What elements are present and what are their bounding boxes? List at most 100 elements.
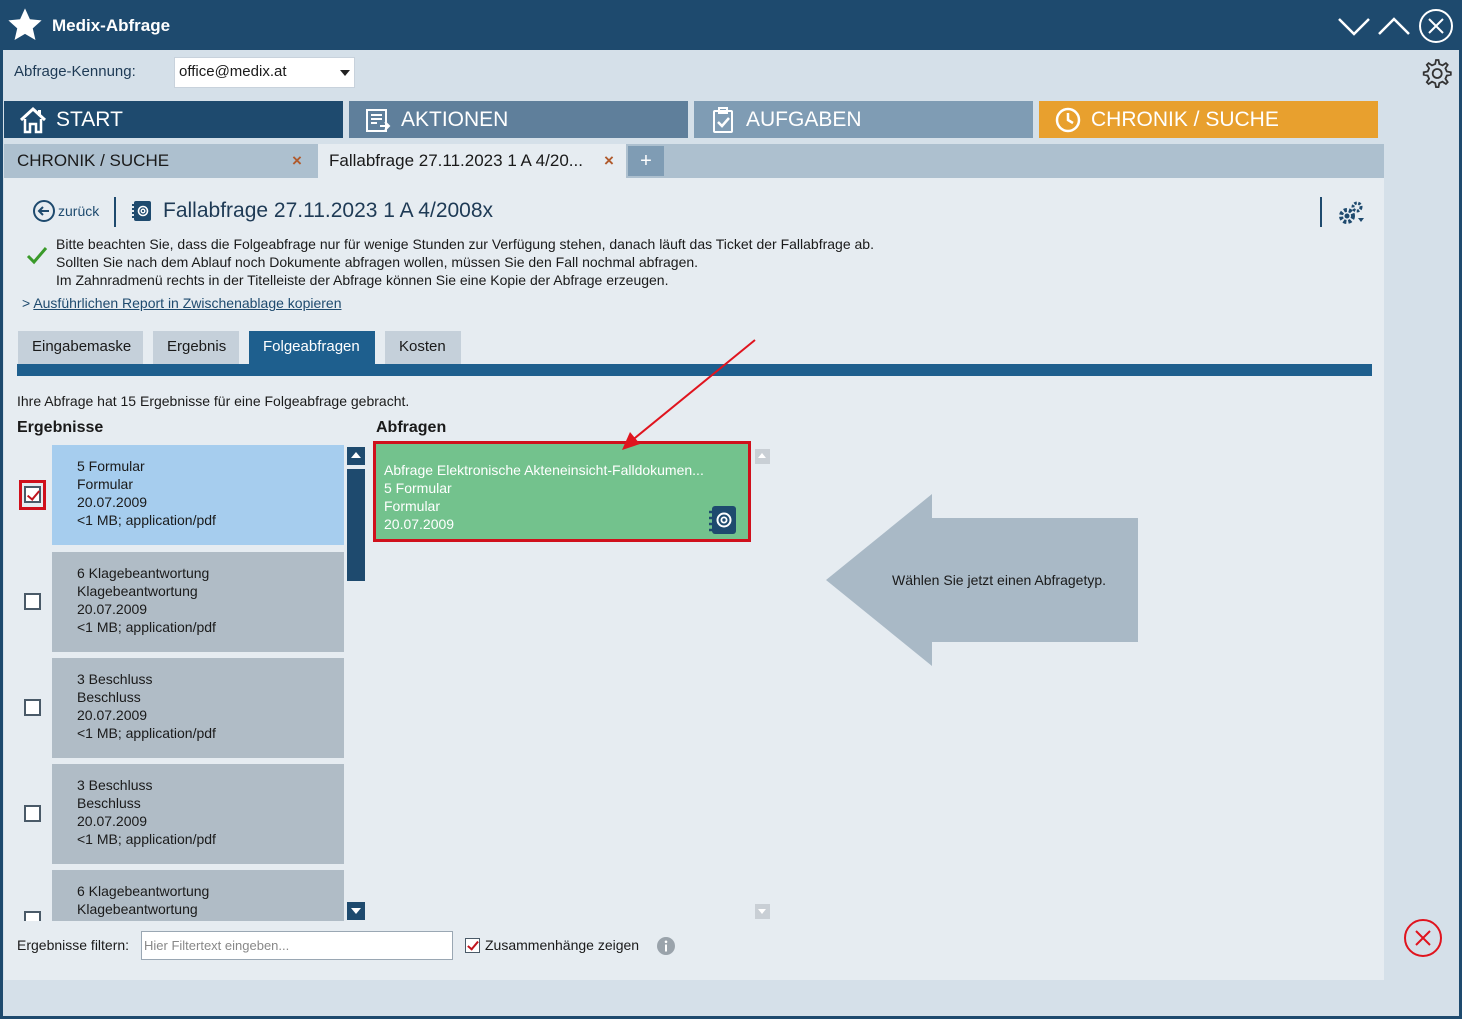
actions-list-icon <box>366 108 391 132</box>
clipboard-check-icon <box>713 106 733 133</box>
result-size: <1 MB; application/pdf <box>77 512 216 528</box>
address-book-icon <box>709 506 736 534</box>
result-type: Formular <box>77 476 134 492</box>
address-book-icon <box>132 201 151 221</box>
result-type: Beschluss <box>77 795 141 811</box>
result-title: 5 Formular <box>77 458 145 474</box>
window-title: Medix-Abfrage <box>52 16 171 35</box>
result-size: <1 MB; application/pdf <box>77 725 216 741</box>
scroll-down-button[interactable] <box>347 902 365 920</box>
list-item[interactable]: 3 Beschluss Beschluss 20.07.2009 <1 MB; … <box>17 658 347 758</box>
annotation-arrow-icon <box>622 339 756 450</box>
kennung-select[interactable]: office@medix.at <box>174 57 355 88</box>
scroll-thumb[interactable] <box>347 469 365 581</box>
result-card[interactable]: 3 Beschluss Beschluss 20.07.2009 <1 MB; … <box>52 658 344 758</box>
settings-gear-icon[interactable] <box>1420 57 1452 89</box>
header-divider <box>114 197 116 227</box>
sub-tab-label: CHRONIK / SUCHE <box>17 151 170 170</box>
main-tab-label: AKTIONEN <box>401 107 509 131</box>
sub-tab-chronik-suche[interactable]: CHRONIK / SUCHE × <box>4 144 318 178</box>
back-label: zurück <box>58 203 100 219</box>
info-line: Sollten Sie nach dem Ablauf noch Dokumen… <box>56 254 699 270</box>
close-window-icon[interactable] <box>1418 8 1454 44</box>
add-tab-button[interactable]: + <box>628 146 664 176</box>
abfrage-doc: 5 Formular <box>384 480 452 496</box>
result-date: 20.07.2009 <box>77 707 148 723</box>
minimize-chevron-down-icon[interactable] <box>1336 8 1372 44</box>
list-item[interactable]: 6 Klagebeantwortung Klagebeantwortung 20… <box>17 552 347 652</box>
list-item[interactable]: 6 Klagebeantwortung Klagebeantwortung <box>17 870 347 921</box>
result-card[interactable]: 6 Klagebeantwortung Klagebeantwortung 20… <box>52 552 344 652</box>
zusammenhaenge-label[interactable]: Zusammenhänge zeigen <box>485 937 639 953</box>
maximize-chevron-up-icon[interactable] <box>1376 8 1412 44</box>
main-tab-label: CHRONIK / SUCHE <box>1091 107 1279 131</box>
link-text: Ausführlichen Report in Zwischenablage k… <box>33 295 342 311</box>
kennung-value: office@medix.at <box>179 63 287 80</box>
scroll-down-button[interactable] <box>755 904 770 919</box>
back-button[interactable]: zurück <box>32 199 99 223</box>
header-divider <box>1320 197 1322 227</box>
result-card[interactable]: 3 Beschluss Beschluss 20.07.2009 <1 MB; … <box>52 764 344 864</box>
result-checkbox[interactable] <box>24 699 41 716</box>
gears-settings-icon[interactable] <box>1336 198 1366 228</box>
sub-tab-fallabfrage[interactable]: Fallabfrage 27.11.2023 1 A 4/20... × <box>318 144 626 178</box>
checkmark-icon <box>26 247 48 265</box>
result-summary: Ihre Abfrage hat 15 Ergebnisse für eine … <box>17 393 410 409</box>
tab-kosten[interactable]: Kosten <box>385 331 461 364</box>
result-date: 20.07.2009 <box>77 601 148 617</box>
result-size: <1 MB; application/pdf <box>77 619 216 635</box>
scroll-up-button[interactable] <box>347 447 365 465</box>
copy-report-link[interactable]: > Ausführlichen Report in Zwischenablage… <box>22 295 342 311</box>
close-tab-icon[interactable]: × <box>292 151 302 171</box>
list-item[interactable]: 5 Formular Formular 20.07.2009 <1 MB; ap… <box>17 445 347 545</box>
main-tab-aktionen[interactable]: AKTIONEN <box>349 101 688 138</box>
result-title: 3 Beschluss <box>77 777 153 793</box>
tab-ergebnis[interactable]: Ergebnis <box>153 331 239 364</box>
sub-tab-label: Fallabfrage 27.11.2023 1 A 4/20... <box>329 151 583 170</box>
abfrage-date: 20.07.2009 <box>384 516 455 532</box>
abfrage-type: Formular <box>384 498 441 514</box>
close-circle-icon[interactable] <box>1403 918 1443 958</box>
result-type: Klagebeantwortung <box>77 901 198 917</box>
tab-folgeabfragen[interactable]: Folgeabfragen <box>249 331 375 364</box>
abfrage-title: Abfrage Elektronische Akteneinsicht-Fall… <box>384 462 704 478</box>
kennung-label: Abfrage-Kennung: <box>14 63 136 80</box>
result-card[interactable]: 6 Klagebeantwortung Klagebeantwortung <box>52 870 344 921</box>
results-scrollbar[interactable] <box>347 447 365 920</box>
filter-input[interactable]: Hier Filtertext eingeben... <box>141 931 453 960</box>
main-tab-label: START <box>56 107 123 131</box>
tab-eingabemaske[interactable]: Eingabemaske <box>18 331 143 364</box>
main-tab-chronik-suche[interactable]: CHRONIK / SUCHE <box>1039 101 1378 138</box>
result-checkbox[interactable] <box>24 805 41 822</box>
page-title: Fallabfrage 27.11.2023 1 A 4/2008x <box>163 199 494 222</box>
result-title: 3 Beschluss <box>77 671 153 687</box>
info-line: Bitte beachten Sie, dass die Folgeabfrag… <box>56 236 874 252</box>
arrow-left-circle-icon <box>33 200 55 222</box>
abfragen-heading: Abfragen <box>376 419 447 436</box>
info-icon[interactable] <box>656 936 676 956</box>
list-item[interactable]: 3 Beschluss Beschluss 20.07.2009 <1 MB; … <box>17 764 347 864</box>
result-title: 6 Klagebeantwortung <box>77 883 210 899</box>
star-icon <box>8 8 42 41</box>
main-tab-aufgaben[interactable]: AUFGABEN <box>694 101 1033 138</box>
result-type: Beschluss <box>77 689 141 705</box>
dropdown-arrow-icon <box>340 70 350 76</box>
info-line: Im Zahnradmenü rechts in der Titelleiste… <box>56 272 669 288</box>
ergebnisse-heading: Ergebnisse <box>17 419 104 436</box>
result-checkbox[interactable] <box>24 593 41 610</box>
main-tab-label: AUFGABEN <box>746 107 862 131</box>
zusammenhaenge-checkbox[interactable] <box>465 938 480 953</box>
result-date: 20.07.2009 <box>77 813 148 829</box>
result-checkbox[interactable] <box>24 911 41 921</box>
link-prefix: > <box>22 295 31 311</box>
title-bar: Medix-Abfrage <box>0 0 1462 50</box>
result-card[interactable]: 5 Formular Formular 20.07.2009 <1 MB; ap… <box>52 445 344 545</box>
info-message: Bitte beachten Sie, dass die Folgeabfrag… <box>56 235 874 289</box>
result-size: <1 MB; application/pdf <box>77 831 216 847</box>
main-tab-start[interactable]: START <box>4 101 343 138</box>
result-date: 20.07.2009 <box>77 494 148 510</box>
abfragetyp-hint: Wählen Sie jetzt einen Abfragetyp. <box>892 572 1107 588</box>
results-list: 5 Formular Formular 20.07.2009 <1 MB; ap… <box>17 444 347 921</box>
home-icon <box>19 106 47 133</box>
close-tab-icon[interactable]: × <box>604 151 614 171</box>
